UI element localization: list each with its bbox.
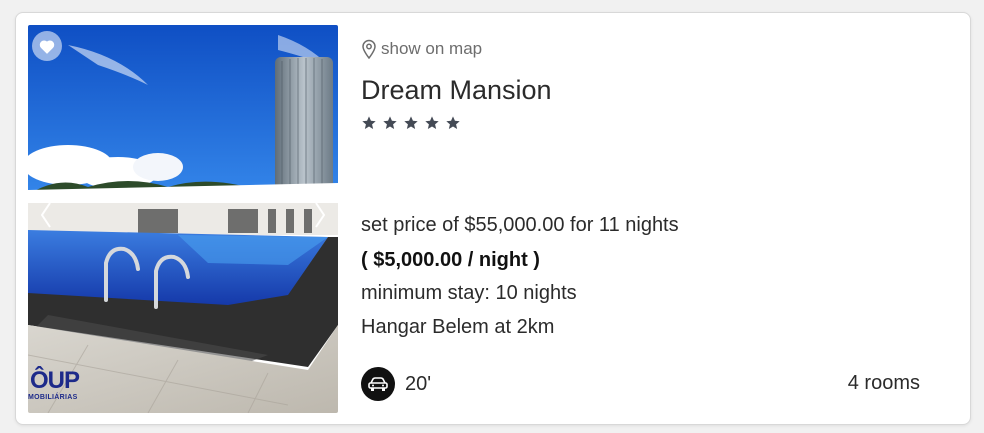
chevron-right-icon	[315, 202, 326, 228]
drive-time-value: 20'	[405, 372, 432, 395]
chevron-left-icon	[40, 202, 51, 228]
price-per-night: ( $5,000.00 / night )	[361, 249, 540, 271]
photo-watermark: ÔUP MOBILIÁRIAS	[28, 369, 98, 409]
heart-icon	[39, 39, 55, 54]
total-price: set price of $55,000.00 for 11 nights	[361, 214, 679, 236]
photo-prev-button[interactable]	[34, 195, 58, 235]
watermark-sub: MOBILIÁRIAS	[28, 394, 78, 401]
show-on-map-label: show on map	[381, 39, 483, 58]
listing-photo[interactable]: ÔUP MOBILIÁRIAS	[28, 25, 338, 413]
drive-time: 20'	[361, 367, 431, 401]
star-icon	[383, 116, 397, 129]
photo-illustration	[28, 25, 338, 413]
car-icon	[368, 377, 388, 391]
map-pin-icon	[362, 39, 376, 59]
listing-title[interactable]: Dream Mansion	[361, 75, 552, 106]
distance-info: Hangar Belem at 2km	[361, 316, 555, 338]
car-badge	[361, 367, 395, 401]
star-icon	[404, 116, 418, 129]
watermark-mark: ÔUP	[30, 367, 80, 394]
favorite-button[interactable]	[32, 31, 62, 61]
star-rating	[361, 115, 461, 131]
listing-info: show on map Dream Mansion set price of $…	[361, 13, 970, 424]
star-icon	[446, 116, 460, 129]
show-on-map-link[interactable]: show on map	[361, 39, 482, 59]
rooms-count: 4 rooms	[847, 372, 920, 394]
minimum-stay: minimum stay: 10 nights	[361, 282, 577, 304]
star-icon	[425, 116, 439, 129]
star-icon	[362, 116, 376, 129]
photo-next-button[interactable]	[308, 195, 332, 235]
listing-card[interactable]: ÔUP MOBILIÁRIAS show on map Dream Mansio…	[15, 12, 971, 425]
